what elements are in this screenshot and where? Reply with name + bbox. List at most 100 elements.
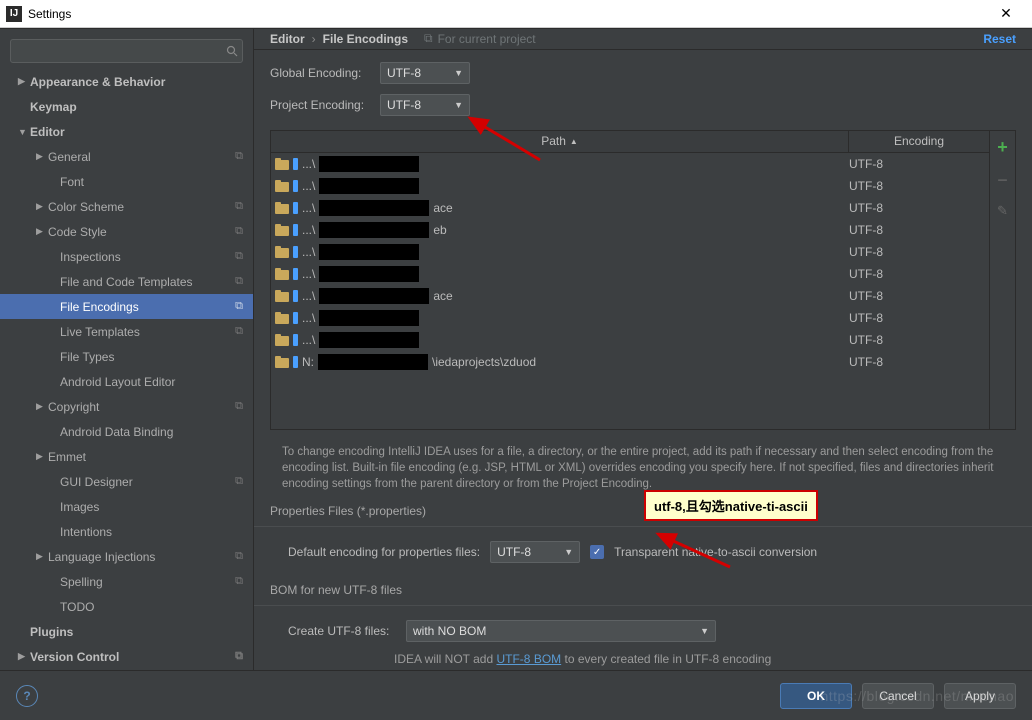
project-scope-icon: ⧉ [235,550,243,563]
sidebar-item-inspections[interactable]: Inspections⧉ [0,244,253,269]
settings-tree[interactable]: ▶Appearance & BehaviorKeymap▼Editor▶Gene… [0,69,253,670]
sidebar-item-language-injections[interactable]: ▶Language Injections⧉ [0,544,253,569]
sidebar-item-intentions[interactable]: Intentions [0,519,253,544]
redacted-text [319,178,419,194]
reset-link[interactable]: Reset [983,32,1016,46]
table-row[interactable]: ...\aceUTF-8 [271,197,989,219]
sidebar-item-todo[interactable]: TODO [0,594,253,619]
sidebar-item-label: General [48,150,91,164]
native-to-ascii-label[interactable]: Transparent native-to-ascii conversion [614,545,817,559]
window-close-button[interactable]: ✕ [986,5,1026,22]
project-encoding-label: Project Encoding: [270,98,380,112]
table-row[interactable]: ...\ebUTF-8 [271,219,989,241]
table-row[interactable]: ...\UTF-8 [271,175,989,197]
redacted-text [318,354,428,370]
encoding-cell[interactable]: UTF-8 [849,157,989,171]
sidebar-item-keymap[interactable]: Keymap [0,94,253,119]
project-scope-hint: ⧉ For current project [424,31,536,46]
module-badge-icon [293,356,298,368]
sidebar-item-label: Live Templates [60,325,140,339]
chevron-right-icon: ▶ [36,151,48,162]
table-row[interactable]: ...\UTF-8 [271,153,989,175]
sidebar-item-editor[interactable]: ▼Editor [0,119,253,144]
path-cell: ...\ [271,178,849,194]
add-button[interactable]: + [997,137,1008,158]
utf8-bom-link[interactable]: UTF-8 BOM [496,652,561,666]
separator [254,526,1032,527]
project-scope-icon: ⧉ [235,300,243,313]
sidebar-item-label: Inspections [60,250,121,264]
table-header-encoding[interactable]: Encoding [849,131,989,152]
project-scope-icon: ⧉ [235,225,243,238]
sidebar-item-copyright[interactable]: ▶Copyright⧉ [0,394,253,419]
table-row[interactable]: ...\UTF-8 [271,307,989,329]
module-badge-icon [293,202,298,214]
redacted-text [319,244,419,260]
sidebar-item-gui-designer[interactable]: GUI Designer⧉ [0,469,253,494]
encoding-cell[interactable]: UTF-8 [849,245,989,259]
table-header-path[interactable]: Path ▲ [271,131,849,152]
encoding-cell[interactable]: UTF-8 [849,223,989,237]
module-badge-icon [293,334,298,346]
project-encoding-combo[interactable]: UTF-8 ▼ [380,94,470,116]
encoding-cell[interactable]: UTF-8 [849,179,989,193]
sidebar-item-font[interactable]: Font [0,169,253,194]
sidebar-item-general[interactable]: ▶General⧉ [0,144,253,169]
sidebar-item-file-types[interactable]: File Types [0,344,253,369]
edit-button[interactable]: ✎ [997,203,1008,219]
crumb-editor[interactable]: Editor [270,32,305,46]
path-cell: ...\ace [271,288,849,304]
default-props-encoding-label: Default encoding for properties files: [288,545,480,559]
sidebar-item-spelling[interactable]: Spelling⧉ [0,569,253,594]
sidebar-item-label: Copyright [48,400,99,414]
encoding-cell[interactable]: UTF-8 [849,267,989,281]
table-row[interactable]: N:\iedaprojects\zduodUTF-8 [271,351,989,373]
sidebar-item-android-data-binding[interactable]: Android Data Binding [0,419,253,444]
table-row[interactable]: ...\UTF-8 [271,263,989,285]
encoding-cell[interactable]: UTF-8 [849,311,989,325]
sidebar-item-label: Intentions [60,525,112,539]
folder-icon [275,158,289,170]
encoding-cell[interactable]: UTF-8 [849,201,989,215]
encoding-cell[interactable]: UTF-8 [849,333,989,347]
app-icon: IJ [6,6,22,22]
sidebar-item-plugins[interactable]: Plugins [0,619,253,644]
path-cell: ...\ [271,156,849,172]
window-title: Settings [28,7,986,21]
sidebar-item-file-and-code-templates[interactable]: File and Code Templates⧉ [0,269,253,294]
path-cell: ...\ [271,310,849,326]
sidebar-item-label: Images [60,500,99,514]
native-to-ascii-checkbox[interactable]: ✓ [590,545,604,559]
sidebar-item-version-control[interactable]: ▶Version Control⧉ [0,644,253,669]
encoding-cell[interactable]: UTF-8 [849,355,989,369]
sidebar-item-label: Font [60,175,84,189]
global-encoding-combo[interactable]: UTF-8 ▼ [380,62,470,84]
default-props-encoding-combo[interactable]: UTF-8 ▼ [490,541,580,563]
module-badge-icon [293,246,298,258]
table-row[interactable]: ...\aceUTF-8 [271,285,989,307]
table-row[interactable]: ...\UTF-8 [271,329,989,351]
breadcrumb: Editor › File Encodings ⧉ For current pr… [254,29,1032,50]
sidebar-item-live-templates[interactable]: Live Templates⧉ [0,319,253,344]
sidebar-item-label: File and Code Templates [60,275,193,289]
sidebar-item-emmet[interactable]: ▶Emmet [0,444,253,469]
help-button[interactable]: ? [16,685,38,707]
remove-button[interactable]: − [997,170,1008,191]
sidebar-item-code-style[interactable]: ▶Code Style⧉ [0,219,253,244]
chevron-right-icon: ▶ [36,226,48,237]
sidebar-item-appearance-behavior[interactable]: ▶Appearance & Behavior [0,69,253,94]
folder-icon [275,290,289,302]
sidebar-item-color-scheme[interactable]: ▶Color Scheme⧉ [0,194,253,219]
copy-icon: ⧉ [424,31,433,46]
redacted-text [319,266,419,282]
project-scope-icon: ⧉ [235,475,243,488]
sidebar-item-images[interactable]: Images [0,494,253,519]
sidebar-item-android-layout-editor[interactable]: Android Layout Editor [0,369,253,394]
create-utf8-combo[interactable]: with NO BOM ▼ [406,620,716,642]
search-input[interactable] [10,39,243,63]
chevron-right-icon: › [312,32,316,46]
table-row[interactable]: ...\UTF-8 [271,241,989,263]
encoding-cell[interactable]: UTF-8 [849,289,989,303]
window-titlebar: IJ Settings ✕ [0,0,1032,28]
sidebar-item-file-encodings[interactable]: File Encodings⧉ [0,294,253,319]
